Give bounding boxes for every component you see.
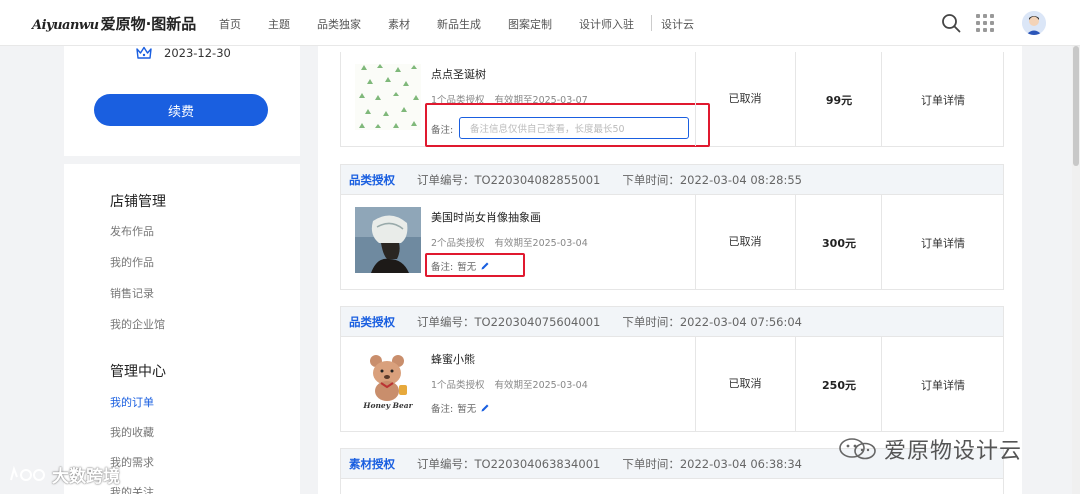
corner-watermark: 大数跨境 — [8, 462, 120, 487]
order-header: 品类授权 订单编号：TO220304075604001 下单时间：2022-03… — [341, 307, 1003, 337]
thumbnail-caption: Honey Bear — [363, 401, 413, 410]
order-type: 品类授权 — [349, 314, 395, 329]
highlight-box — [425, 253, 525, 277]
order-type: 素材授权 — [349, 456, 395, 471]
nav-item-theme[interactable]: 主题 — [268, 16, 290, 32]
validity-date: 有效期至2025-03-04 — [494, 238, 588, 249]
column-divider — [795, 337, 796, 431]
top-navigation-bar: Aiyuanwu 爱原物·图新品 首页 主题 品类独家 素材 新品生成 图案定制… — [0, 0, 1080, 46]
membership-expiry: 2023-12-30 — [136, 46, 231, 60]
sidebar-item-my-orders[interactable]: 我的订单 — [110, 394, 154, 410]
order-time: 下单时间：2022-03-04 08:28:55 — [622, 172, 802, 187]
brand-watermark: 爱原物设计云 — [838, 433, 1022, 465]
license-count: 2个品类授权 — [431, 238, 485, 249]
product-title[interactable]: 美国时尚女肖像抽象画 — [431, 209, 541, 225]
order-detail-link[interactable]: 订单详情 — [881, 377, 1005, 393]
brand-watermark-text: 爱原物设计云 — [884, 439, 1023, 464]
store-management-title: 店铺管理 — [110, 194, 166, 210]
nav-item-material[interactable]: 素材 — [388, 16, 410, 32]
order-detail-link[interactable]: 订单详情 — [881, 92, 1005, 108]
highlight-box — [425, 103, 710, 147]
order-detail-link[interactable]: 订单详情 — [881, 235, 1005, 251]
order-number: 订单编号：TO220304063834001 — [417, 456, 601, 471]
order-price: 300元 — [822, 237, 856, 250]
sidebar: 2023-12-30 续费 店铺管理 发布作品 我的作品 销售记录 我的企业馆 … — [64, 46, 300, 494]
sidebar-item-enterprise[interactable]: 我的企业馆 — [110, 316, 165, 332]
nav-divider — [651, 15, 652, 31]
column-divider — [795, 195, 796, 289]
nav-item-generate[interactable]: 新品生成 — [437, 16, 481, 32]
logo-latin-text: Aiyuanwu — [32, 18, 99, 33]
order-number: 订单编号：TO220304082855001 — [417, 172, 601, 187]
sidebar-item-publish[interactable]: 发布作品 — [110, 223, 154, 239]
order-price: 99元 — [825, 94, 853, 107]
nav-item-designer-join[interactable]: 设计师入驻 — [579, 16, 634, 32]
corner-watermark-text: 大数跨境 — [52, 467, 120, 487]
logo-chinese-text: 爱原物·图新品 — [100, 15, 197, 33]
site-logo[interactable]: Aiyuanwu 爱原物·图新品 — [32, 13, 196, 34]
product-thumbnail[interactable] — [355, 64, 421, 130]
renew-button[interactable]: 续费 — [94, 94, 268, 126]
order-header: 品类授权 订单编号：TO220304082855001 下单时间：2022-03… — [341, 165, 1003, 195]
nav-item-exclusive[interactable]: 品类独家 — [317, 16, 361, 32]
product-meta: 2个品类授权 有效期至2025-03-04 — [431, 235, 588, 249]
user-avatar[interactable] — [1022, 11, 1046, 35]
sidebar-item-favorites[interactable]: 我的收藏 — [110, 424, 154, 440]
product-thumbnail[interactable]: Honey Bear — [355, 349, 421, 415]
order-card: 点点圣诞树 1个品类授权 有效期至2025-03-07 备注: 备注信息仅供自己查… — [340, 52, 1004, 147]
page-scrollbar[interactable] — [1072, 46, 1080, 494]
column-divider — [795, 52, 796, 146]
sidebar-item-sales[interactable]: 销售记录 — [110, 285, 154, 301]
main-nav: 首页 主题 品类独家 素材 新品生成 图案定制 设计师入驻 设计云 — [219, 15, 721, 32]
sidebar-divider — [64, 156, 300, 164]
management-center-title: 管理中心 — [110, 364, 166, 380]
order-status: 已取消 — [728, 92, 762, 105]
note-label: 备注: — [431, 404, 454, 415]
wechat-icon — [839, 438, 876, 460]
apps-grid-icon[interactable] — [976, 14, 994, 32]
order-time: 下单时间：2022-03-04 07:56:04 — [622, 314, 802, 329]
corner-watermark-icon — [10, 465, 45, 481]
order-time: 下单时间：2022-03-04 06:38:34 — [622, 456, 802, 471]
note-row: 备注: 暂无 — [431, 401, 490, 415]
product-title[interactable]: 点点圣诞树 — [431, 66, 486, 82]
sidebar-item-my-works[interactable]: 我的作品 — [110, 254, 154, 270]
scrollbar-thumb[interactable] — [1073, 46, 1079, 166]
order-status: 已取消 — [728, 377, 762, 390]
validity-date: 有效期至2025-03-04 — [494, 380, 588, 391]
orders-panel: 点点圣诞树 1个品类授权 有效期至2025-03-07 备注: 备注信息仅供自己查… — [318, 46, 1022, 494]
nav-item-design-cloud[interactable]: 设计云 — [661, 16, 694, 32]
product-title[interactable]: 蜂蜜小熊 — [431, 351, 475, 367]
product-meta: 1个品类授权 有效期至2025-03-04 — [431, 377, 588, 391]
order-card: 品类授权 订单编号：TO220304075604001 下单时间：2022-03… — [340, 306, 1004, 432]
search-icon[interactable] — [941, 13, 961, 33]
order-price: 250元 — [822, 379, 856, 392]
product-thumbnail[interactable] — [355, 207, 421, 273]
crown-icon — [136, 46, 152, 59]
order-number: 订单编号：TO220304075604001 — [417, 314, 601, 329]
expiry-date: 2023-12-30 — [164, 46, 231, 60]
order-type: 品类授权 — [349, 172, 395, 187]
license-count: 1个品类授权 — [431, 380, 485, 391]
nav-item-home[interactable]: 首页 — [219, 16, 241, 32]
edit-pencil-icon[interactable] — [480, 403, 490, 413]
note-value: 暂无 — [457, 404, 477, 415]
order-card: 品类授权 订单编号：TO220304082855001 下单时间：2022-03… — [340, 164, 1004, 290]
order-status: 已取消 — [728, 235, 762, 248]
nav-item-custom[interactable]: 图案定制 — [508, 16, 552, 32]
